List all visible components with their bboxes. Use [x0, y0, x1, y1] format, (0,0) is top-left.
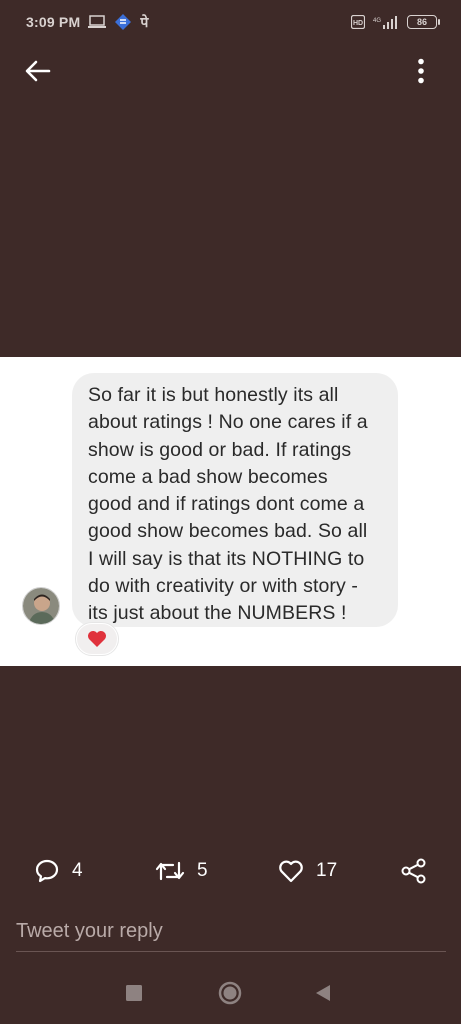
message-bubble: So far it is but honestly its all about … — [72, 373, 398, 627]
laptop-icon — [88, 15, 107, 29]
circle-icon — [218, 981, 242, 1005]
status-left: 3:09 PM पे — [26, 13, 148, 32]
recents-button[interactable] — [125, 984, 143, 1002]
reaction-badge[interactable] — [76, 623, 118, 655]
back-nav-button[interactable] — [315, 984, 331, 1002]
reply-box — [16, 912, 446, 952]
battery-icon: 86 — [407, 15, 440, 29]
signal-icon: 4G — [373, 15, 399, 29]
action-bar: 4 5 17 — [0, 850, 461, 892]
app-icon — [114, 13, 132, 31]
reply-action[interactable]: 4 — [34, 858, 83, 884]
nav-bar — [0, 964, 461, 1024]
devanagari-icon: पे — [140, 14, 149, 31]
hd-icon: HD — [351, 15, 365, 29]
retweet-icon — [155, 861, 185, 881]
svg-text:HD: HD — [353, 20, 363, 27]
heart-icon — [88, 631, 106, 647]
status-right: HD 4G 86 — [351, 15, 440, 29]
avatar — [22, 587, 60, 625]
status-time: 3:09 PM — [26, 14, 81, 30]
reply-input[interactable] — [16, 920, 446, 943]
status-bar: 3:09 PM पे HD 4G 86 — [0, 0, 461, 44]
retweet-action[interactable]: 5 — [155, 859, 208, 883]
more-options-button[interactable] — [403, 53, 439, 89]
heart-outline-icon — [279, 860, 303, 883]
share-action[interactable] — [401, 858, 427, 884]
reply-count: 4 — [72, 860, 83, 881]
comment-icon — [35, 859, 59, 883]
more-vertical-icon — [418, 58, 424, 84]
back-button[interactable] — [20, 53, 56, 89]
retweet-count: 5 — [197, 860, 208, 881]
top-bar — [0, 44, 461, 98]
svg-text:4G: 4G — [373, 18, 381, 24]
triangle-back-icon — [316, 985, 330, 1001]
arrow-left-icon — [25, 60, 51, 82]
like-action[interactable]: 17 — [278, 859, 337, 883]
share-icon — [401, 858, 426, 884]
like-count: 17 — [316, 860, 338, 881]
home-button[interactable] — [218, 981, 242, 1005]
square-icon — [126, 985, 142, 1001]
tweet-image[interactable]: So far it is but honestly its all about … — [0, 357, 461, 666]
